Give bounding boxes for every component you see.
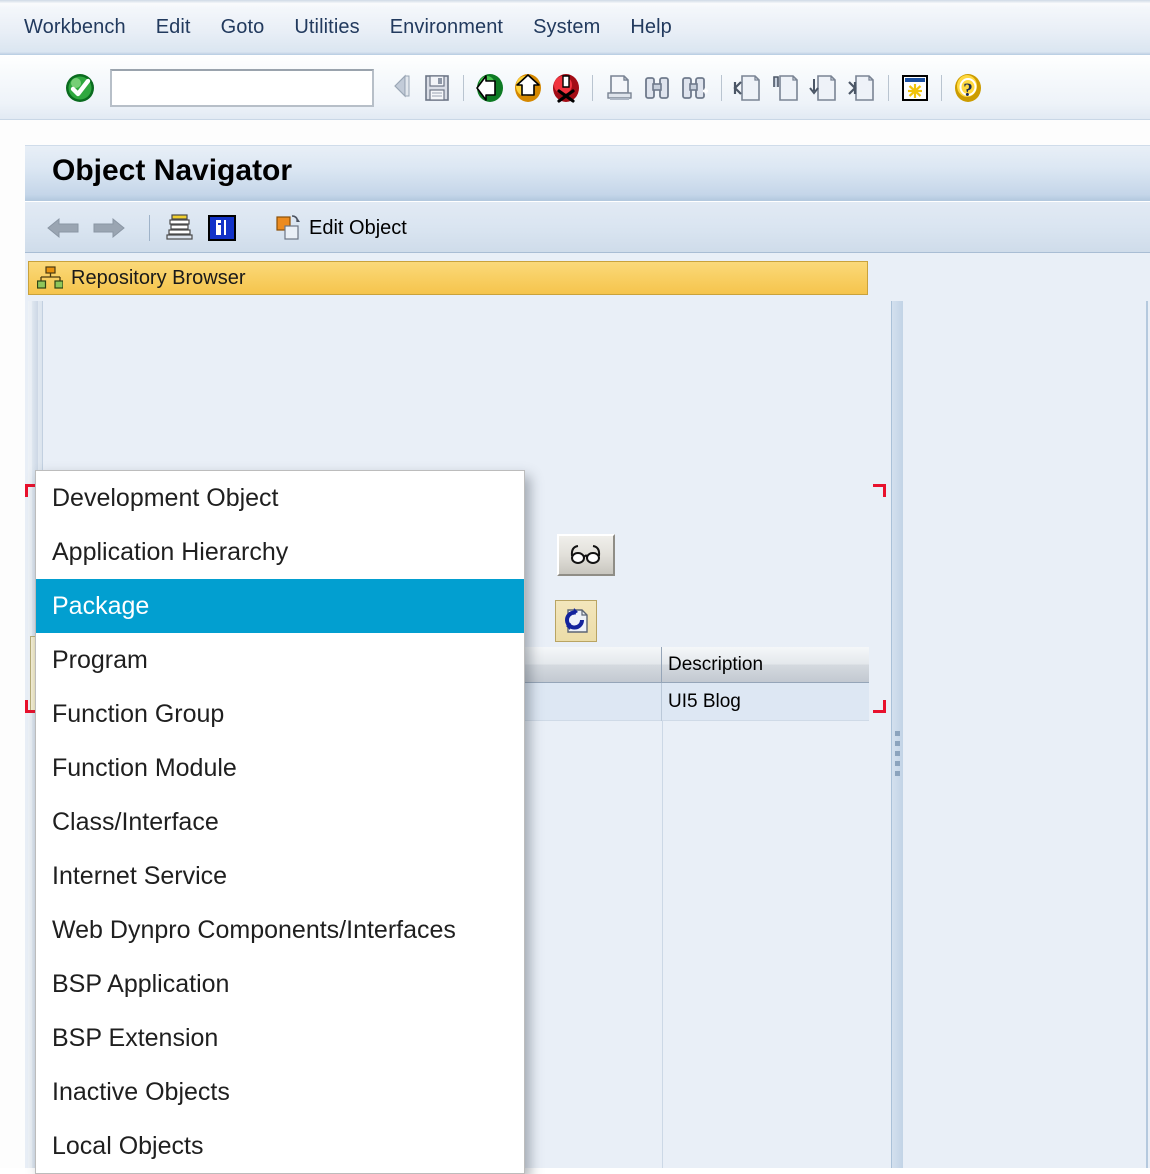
dropdown-option-bsp-application[interactable]: BSP Application	[36, 957, 524, 1011]
find-binoculars-icon[interactable]	[640, 71, 674, 105]
dropdown-option-local-objects[interactable]: Local Objects	[36, 1119, 524, 1173]
history-arrow-icon[interactable]	[390, 71, 416, 105]
dropdown-option-internet-service[interactable]: Internet Service	[36, 849, 524, 903]
refresh-button[interactable]	[555, 600, 597, 642]
dropdown-option-development-object[interactable]: Development Object	[36, 471, 524, 525]
window-top-highlight	[0, 0, 1150, 4]
enter-checkmark-icon[interactable]	[64, 72, 96, 104]
print-icon[interactable]	[602, 71, 636, 105]
toolbar-separator	[941, 75, 942, 101]
object-list-stack-icon[interactable]	[162, 212, 196, 244]
menu-environment[interactable]: Environment	[375, 14, 518, 41]
dropdown-option-web-dynpro-components-interfaces[interactable]: Web Dynpro Components/Interfaces	[36, 903, 524, 957]
splitter-grip-icon	[895, 731, 901, 777]
repository-browser-header: Repository Browser	[28, 261, 868, 295]
menu-help[interactable]: Help	[615, 14, 687, 41]
selection-marker-bottom-right	[873, 700, 886, 713]
dropdown-option-program[interactable]: Program	[36, 633, 524, 687]
menu-item-list: WorkbenchEditGotoUtilitiesEnvironmentSys…	[9, 14, 687, 41]
dropdown-option-application-hierarchy[interactable]: Application Hierarchy	[36, 525, 524, 579]
object-type-dropdown-list[interactable]: Development ObjectApplication HierarchyP…	[35, 470, 525, 1174]
dropdown-option-function-group[interactable]: Function Group	[36, 687, 524, 741]
column-header-description[interactable]: Description	[662, 647, 869, 683]
menu-workbench[interactable]: Workbench	[9, 14, 141, 41]
toolbar-separator	[592, 75, 593, 101]
blue-information-icon[interactable]	[206, 212, 238, 244]
exit-yellow-arrow-icon[interactable]	[511, 71, 545, 105]
sap-gui-window: WorkbenchEditGotoUtilitiesEnvironmentSys…	[0, 0, 1150, 1168]
application-toolbar: Edit Object	[25, 201, 1150, 253]
page-title: Object Navigator	[52, 154, 292, 188]
toolbar-separator	[463, 75, 464, 101]
repository-browser-title: Repository Browser	[71, 267, 246, 290]
dropdown-option-bsp-extension[interactable]: BSP Extension	[36, 1011, 524, 1065]
next-page-icon[interactable]	[807, 71, 841, 105]
create-new-session-icon[interactable]	[898, 71, 932, 105]
system-toolbar: ?	[0, 55, 1150, 120]
right-panel-divider	[1146, 301, 1148, 1168]
menu-goto[interactable]: Goto	[206, 14, 280, 41]
toolbar-separator	[721, 75, 722, 101]
menu-system[interactable]: System	[518, 14, 615, 41]
find-next-binoculars-icon[interactable]	[678, 71, 712, 105]
right-arrow-icon[interactable]	[91, 212, 127, 244]
help-question-icon[interactable]: ?	[951, 71, 985, 105]
cell-description: UI5 Blog	[662, 683, 869, 721]
back-green-arrow-icon[interactable]	[473, 71, 507, 105]
command-field[interactable]	[110, 69, 374, 107]
save-icon[interactable]	[420, 71, 454, 105]
window-title-bar: Object Navigator	[25, 145, 1150, 201]
edit-object-button[interactable]: Edit Object	[274, 213, 407, 243]
cancel-red-x-icon[interactable]	[549, 71, 583, 105]
svg-text:?: ?	[963, 80, 973, 101]
edit-object-label: Edit Object	[309, 217, 407, 240]
last-page-icon[interactable]	[845, 71, 879, 105]
object-type-dropdown[interactable]: Development ObjectApplication HierarchyP…	[35, 470, 525, 1174]
hierarchy-tree-icon	[37, 266, 63, 290]
previous-page-icon[interactable]	[769, 71, 803, 105]
screen-area: Object Navigator	[0, 120, 1150, 1168]
right-panel	[903, 301, 1150, 1168]
dropdown-option-function-module[interactable]: Function Module	[36, 741, 524, 795]
menu-bar: WorkbenchEditGotoUtilitiesEnvironmentSys…	[0, 0, 1150, 55]
selection-marker-top-right	[873, 484, 886, 497]
menu-utilities[interactable]: Utilities	[279, 14, 374, 41]
first-page-icon[interactable]	[731, 71, 765, 105]
app-toolbar-separator	[149, 215, 150, 241]
dropdown-option-class-interface[interactable]: Class/Interface	[36, 795, 524, 849]
display-button[interactable]	[557, 534, 615, 576]
menu-edit[interactable]: Edit	[141, 14, 206, 41]
left-arrow-icon[interactable]	[45, 212, 81, 244]
toolbar-separator	[888, 75, 889, 101]
panel-splitter[interactable]	[891, 301, 903, 1168]
edit-object-icon	[274, 213, 304, 243]
table-column-divider	[662, 721, 663, 1168]
dropdown-option-inactive-objects[interactable]: Inactive Objects	[36, 1065, 524, 1119]
dropdown-option-package[interactable]: Package	[36, 579, 524, 633]
